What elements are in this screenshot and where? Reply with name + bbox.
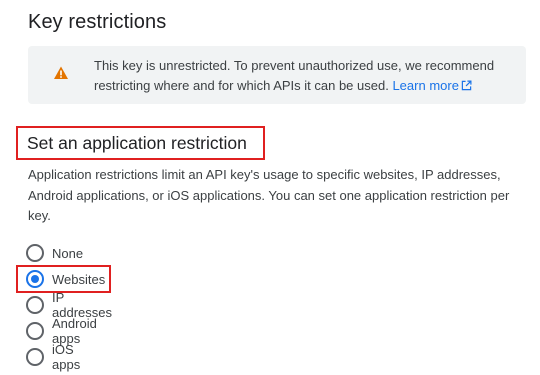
radio-option-ip-addresses[interactable]: IP addresses xyxy=(26,290,112,320)
page-title: Key restrictions xyxy=(28,11,167,33)
section-title: Set an application restriction xyxy=(27,133,247,153)
unrestricted-warning-banner: This key is unrestricted. To prevent una… xyxy=(28,46,526,104)
warning-text: This key is unrestricted. To prevent una… xyxy=(94,56,504,96)
section-description: Application restrictions limit an API ke… xyxy=(28,167,510,223)
radio-option-websites[interactable]: Websites xyxy=(26,269,105,289)
radio-label: None xyxy=(52,245,84,261)
learn-more-label: Learn more xyxy=(392,78,459,93)
radio-option-ios-apps[interactable]: iOS apps xyxy=(26,342,80,372)
radio-option-none[interactable]: None xyxy=(26,243,83,263)
radio-button[interactable] xyxy=(26,348,44,366)
learn-more-link[interactable]: Learn more xyxy=(392,78,472,93)
warning-triangle-icon xyxy=(54,66,68,79)
open-in-new-icon xyxy=(461,80,472,91)
radio-label: Websites xyxy=(52,271,106,287)
radio-option-android-apps[interactable]: Android apps xyxy=(26,316,97,346)
radio-button[interactable] xyxy=(26,322,44,340)
radio-button[interactable] xyxy=(26,244,44,262)
radio-button-selected[interactable] xyxy=(26,270,44,288)
radio-button[interactable] xyxy=(26,296,44,314)
radio-label: iOS apps xyxy=(52,342,81,372)
